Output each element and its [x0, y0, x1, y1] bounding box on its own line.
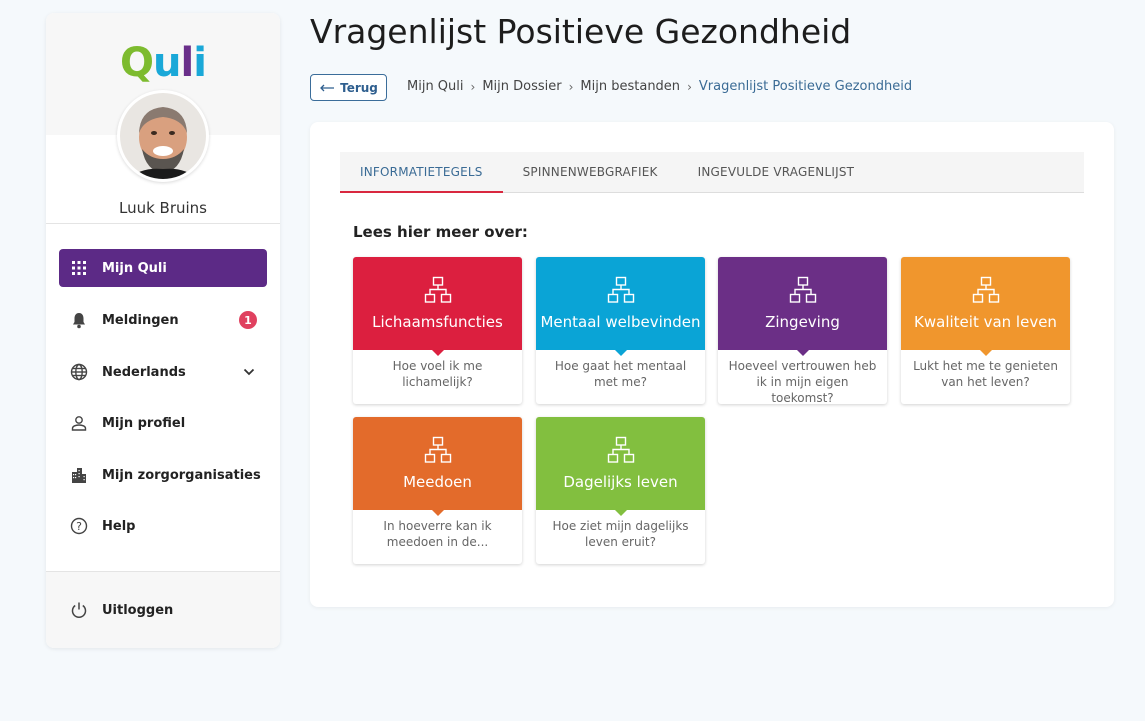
tile-header: Zingeving: [718, 257, 887, 356]
nav-item-label: Help: [102, 518, 136, 534]
bell-icon: [69, 310, 89, 330]
nav-item-label: Mijn Quli: [102, 260, 167, 276]
content-card: INFORMATIETEGELS SPINNENWEBGRAFIEK INGEV…: [310, 122, 1114, 607]
arrow-left-icon: [319, 81, 335, 95]
info-tile[interactable]: Meedoen In hoeverre kan ik meedoen in de.…: [353, 417, 522, 564]
breadcrumb-item[interactable]: Mijn bestanden: [580, 79, 680, 94]
tile-pointer: [980, 350, 992, 356]
info-tile[interactable]: Kwaliteit van leven Lukt het me te geniet…: [901, 257, 1070, 404]
tile-pointer: [432, 350, 444, 356]
svg-text:?: ?: [76, 520, 82, 533]
logout-label: Uitloggen: [102, 602, 174, 618]
nav-item-mijn-zorgorganisaties[interactable]: Mijn zorgorganisaties: [59, 456, 267, 494]
nav-item-mijn-quli[interactable]: Mijn Quli: [59, 249, 267, 287]
nav-item-label: Mijn profiel: [102, 415, 186, 431]
nav-item-label: Nederlands: [102, 364, 186, 380]
tile-description: In hoeverre kan ik meedoen in de...: [383, 519, 492, 549]
help-icon: ?: [69, 516, 89, 536]
sitemap-icon: [424, 436, 452, 464]
sitemap-icon: [607, 436, 635, 464]
info-tile[interactable]: Lichaamsfuncties Hoe voel ik me lichameli…: [353, 257, 522, 404]
tile-description: Hoe voel ik me lichamelijk?: [392, 359, 483, 389]
tile-title: Kwaliteit van leven: [914, 313, 1057, 331]
tile-header: Mentaal welbevinden: [536, 257, 705, 356]
sitemap-icon: [607, 276, 635, 304]
info-tile[interactable]: Dagelijks leven Hoe ziet mijn dagelijks l…: [536, 417, 705, 564]
tile-title: Meedoen: [403, 473, 472, 491]
sidebar: Quli Luuk Bruins Mijn Quli Meldingen 1 N…: [46, 13, 280, 648]
info-tile[interactable]: Zingeving Hoeveel vertrouwen heb ik in mi…: [718, 257, 887, 405]
chevron-right-icon: ›: [687, 79, 692, 94]
notification-badge: 1: [239, 311, 257, 329]
back-button[interactable]: Terug: [310, 74, 387, 101]
nav-item-nederlands[interactable]: Nederlands: [59, 353, 267, 391]
tile-description: Hoe gaat het mentaal met me?: [554, 359, 687, 389]
chevron-right-icon: ›: [470, 79, 476, 94]
breadcrumb: Mijn Quli › Mijn Dossier › Mijn bestande…: [407, 79, 912, 94]
chevron-right-icon: ›: [568, 79, 574, 94]
nav-item-mijn-profiel[interactable]: Mijn profiel: [59, 404, 267, 442]
nav-item-label: Meldingen: [102, 312, 179, 328]
avatar: [117, 90, 209, 182]
tile-header: Meedoen: [353, 417, 522, 516]
globe-icon: [69, 362, 89, 382]
power-icon: [69, 600, 89, 620]
chevron-down-icon[interactable]: [243, 368, 255, 376]
tile-description: Hoeveel vertrouwen heb ik in mijn eigen …: [728, 359, 877, 405]
tile-description: Hoe ziet mijn dagelijks leven eruit?: [552, 519, 689, 549]
tile-pointer: [615, 510, 627, 516]
user-name: Luuk Bruins: [118, 199, 207, 217]
grid-icon: [69, 258, 89, 278]
nav-item-meldingen[interactable]: Meldingen 1: [59, 301, 267, 339]
person-icon: [69, 413, 89, 433]
breadcrumb-current: Vragenlijst Positieve Gezondheid: [698, 79, 913, 94]
tile-header: Kwaliteit van leven: [901, 257, 1070, 356]
divider: [46, 223, 280, 224]
tab-informatietegels[interactable]: INFORMATIETEGELS: [340, 152, 503, 193]
tile-header: Lichaamsfuncties: [353, 257, 522, 356]
tile-title: Dagelijks leven: [563, 473, 678, 491]
tab-bar: INFORMATIETEGELS SPINNENWEBGRAFIEK INGEV…: [340, 152, 1084, 193]
back-label: Terug: [340, 80, 378, 95]
building-icon: [69, 465, 89, 485]
logout-button[interactable]: Uitloggen: [59, 591, 267, 629]
tab-spinnenwebgrafiek[interactable]: SPINNENWEBGRAFIEK: [503, 152, 678, 192]
breadcrumb-item[interactable]: Mijn Quli: [407, 79, 464, 94]
tile-description: Lukt het me te genieten van het leven?: [913, 359, 1058, 389]
tile-title: Lichaamsfuncties: [372, 313, 503, 331]
tile-title: Mentaal welbevinden: [540, 313, 701, 331]
avatar-photo: [120, 93, 206, 179]
sitemap-icon: [424, 276, 452, 304]
tab-ingevulde-vragenlijst[interactable]: INGEVULDE VRAGENLIJST: [678, 152, 875, 192]
sitemap-icon: [972, 276, 1000, 304]
tile-pointer: [432, 510, 444, 516]
tile-pointer: [797, 350, 809, 356]
tile-title: Zingeving: [765, 313, 840, 331]
nav-item-label: Mijn zorgorganisaties: [102, 467, 261, 483]
nav-item-help[interactable]: ? Help: [59, 507, 267, 545]
tile-header: Dagelijks leven: [536, 417, 705, 516]
sitemap-icon: [789, 276, 817, 304]
breadcrumb-item[interactable]: Mijn Dossier: [482, 79, 561, 94]
info-tile[interactable]: Mentaal welbevinden Hoe gaat het mentaal …: [536, 257, 705, 404]
quli-logo[interactable]: Quli: [46, 39, 280, 87]
page-title: Vragenlijst Positieve Gezondheid: [310, 12, 852, 51]
section-heading: Lees hier meer over:: [353, 223, 528, 241]
tile-pointer: [615, 350, 627, 356]
